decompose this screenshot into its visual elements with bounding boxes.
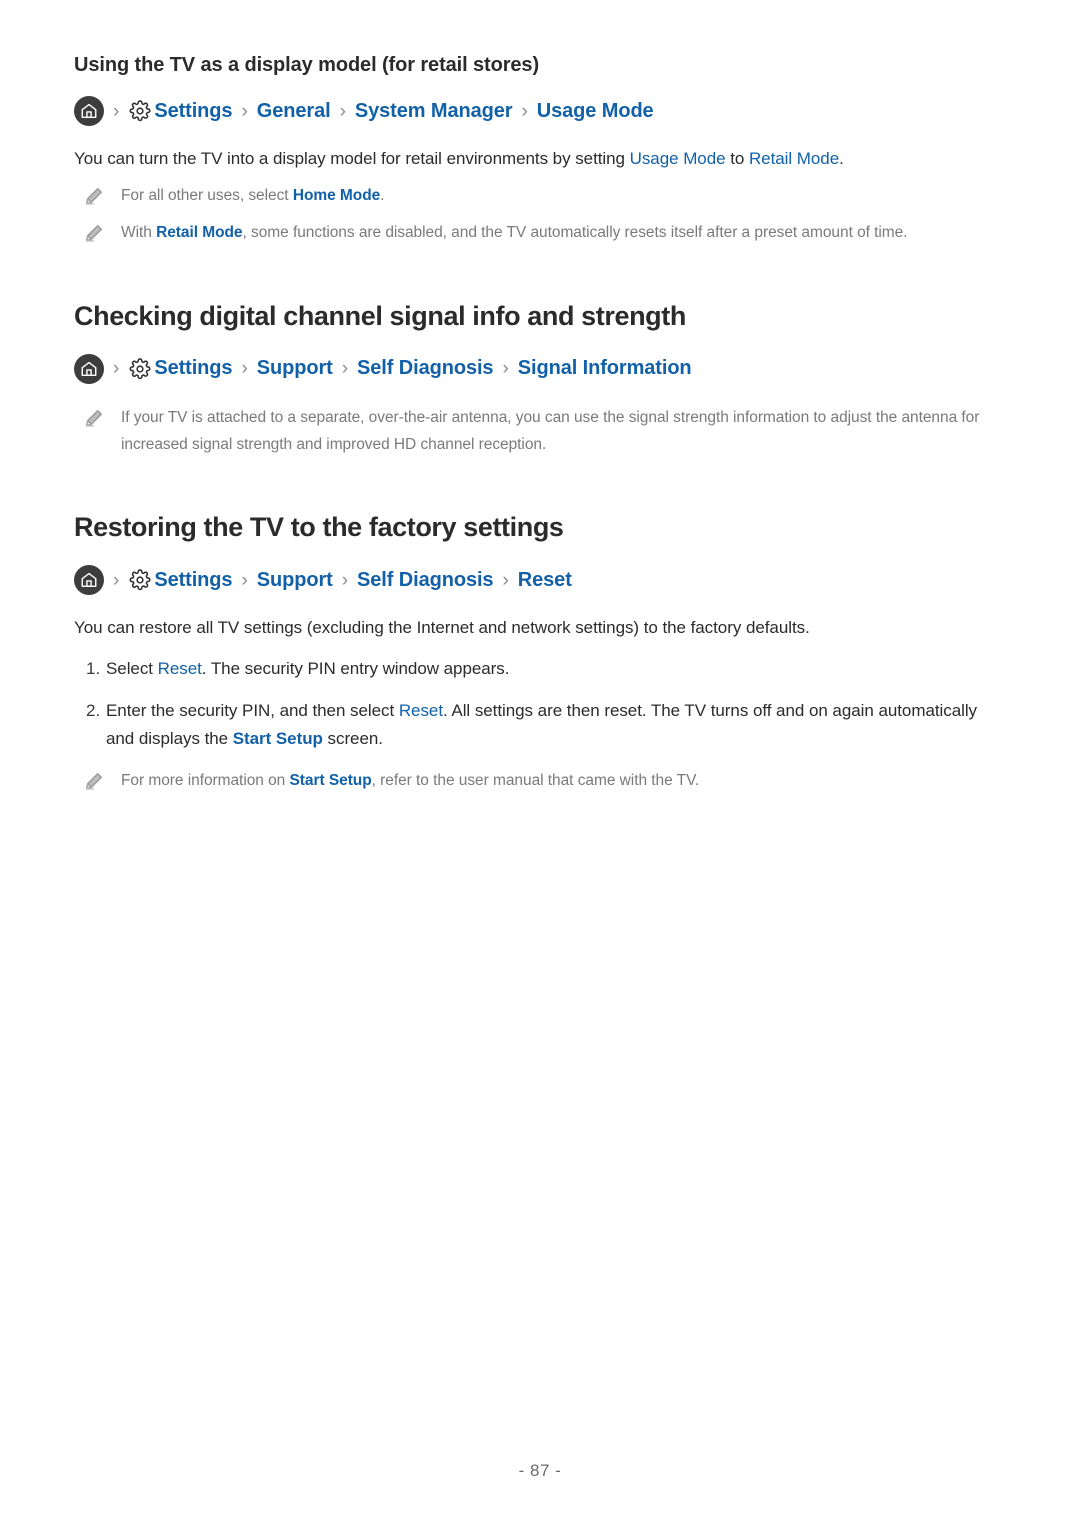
- breadcrumb-separator: ›: [341, 569, 349, 591]
- breadcrumb-item-usage-mode[interactable]: Usage Mode: [537, 100, 654, 123]
- breadcrumb-separator: ›: [241, 358, 248, 380]
- breadcrumb-usage-mode: › Settings › General › System Manager › …: [74, 96, 1018, 126]
- text-fragment: With: [121, 224, 157, 242]
- breadcrumb-separator: ›: [241, 100, 248, 122]
- section-heading-factory-reset: Restoring the TV to the factory settings: [74, 511, 564, 542]
- note-text: For all other uses, select Home Mode.: [121, 182, 385, 209]
- breadcrumb-separator: ›: [113, 569, 120, 591]
- breadcrumb-item-reset[interactable]: Reset: [518, 569, 572, 592]
- breadcrumb-signal-information: › Settings › Support › Self Diagnosis › …: [74, 353, 1018, 384]
- text-fragment: You can turn the TV into a display model…: [74, 149, 630, 168]
- pencil-note-icon: [82, 185, 106, 207]
- link-home-mode[interactable]: Home Mode: [293, 187, 380, 204]
- breadcrumb-separator: ›: [521, 100, 528, 122]
- note-retail-mode: With Retail Mode, some functions are dis…: [82, 219, 1018, 246]
- note-start-setup: For more information on Start Setup, ref…: [82, 767, 1018, 794]
- text-fragment: . The security PIN entry window appears.: [201, 659, 510, 679]
- paragraph-usage-mode: You can turn the TV into a display model…: [74, 146, 1018, 172]
- home-icon: [74, 565, 104, 596]
- step-number: 2.: [86, 700, 101, 720]
- text-fragment: Enter the security PIN, and then select: [106, 700, 399, 720]
- breadcrumb-separator: ›: [341, 358, 349, 380]
- list-item: 1. Select Reset. The security PIN entry …: [72, 655, 1018, 684]
- breadcrumb-reset: › Settings › Support › Self Diagnosis › …: [74, 565, 1018, 596]
- link-reset[interactable]: Reset: [158, 659, 202, 678]
- link-reset[interactable]: Reset: [399, 701, 443, 720]
- breadcrumb-item-settings[interactable]: Settings: [154, 569, 232, 592]
- document-page: Using the TV as a display model (for ret…: [0, 0, 1080, 1527]
- text-fragment: , refer to the user manual that came wit…: [371, 772, 700, 790]
- note-text: With Retail Mode, some functions are dis…: [121, 219, 908, 246]
- link-start-setup[interactable]: Start Setup: [233, 729, 323, 748]
- breadcrumb-separator: ›: [113, 100, 120, 122]
- pencil-note-icon: [82, 222, 106, 244]
- section-heading-signal-info: Checking digital channel signal info and…: [74, 300, 686, 331]
- step-text: Enter the security PIN, and then select …: [106, 697, 986, 754]
- link-retail-mode[interactable]: Retail Mode: [749, 149, 839, 168]
- sub-heading-display-model: Using the TV as a display model (for ret…: [74, 54, 540, 76]
- note-antenna-signal: If your TV is attached to a separate, ov…: [82, 404, 1018, 458]
- breadcrumb-item-general[interactable]: General: [257, 100, 331, 123]
- step-text: Select Reset. The security PIN entry win…: [106, 655, 509, 684]
- gear-icon: [128, 357, 151, 380]
- home-icon: [74, 96, 104, 126]
- text-fragment: screen.: [322, 729, 383, 749]
- breadcrumb-item-self-diagnosis[interactable]: Self Diagnosis: [357, 569, 494, 592]
- breadcrumb-separator: ›: [113, 358, 120, 380]
- text-fragment: For all other uses, select: [121, 187, 293, 205]
- step-number: 1.: [86, 659, 101, 679]
- breadcrumb-item-settings[interactable]: Settings: [154, 357, 232, 380]
- breadcrumb-separator: ›: [502, 569, 509, 591]
- text-fragment: .: [380, 187, 385, 205]
- home-icon: [74, 353, 104, 384]
- note-text: If your TV is attached to a separate, ov…: [121, 408, 980, 453]
- text-fragment: .: [839, 149, 844, 168]
- breadcrumb-separator: ›: [241, 569, 248, 591]
- steps-list: 1. Select Reset. The security PIN entry …: [72, 655, 1018, 754]
- pencil-note-icon: [82, 770, 106, 792]
- gear-icon: [128, 569, 151, 592]
- text-fragment: Select: [106, 659, 158, 679]
- text-fragment: For more information on: [121, 772, 290, 790]
- link-retail-mode[interactable]: Retail Mode: [156, 224, 242, 241]
- breadcrumb-item-support[interactable]: Support: [257, 357, 333, 380]
- breadcrumb-item-self-diagnosis[interactable]: Self Diagnosis: [357, 357, 494, 380]
- link-usage-mode[interactable]: Usage Mode: [630, 149, 726, 168]
- breadcrumb-item-support[interactable]: Support: [257, 569, 333, 592]
- text-fragment: , some functions are disabled, and the T…: [242, 224, 908, 242]
- breadcrumb-item-settings[interactable]: Settings: [154, 100, 232, 123]
- breadcrumb-separator: ›: [502, 358, 509, 380]
- breadcrumb-separator: ›: [339, 100, 346, 122]
- note-text: For more information on Start Setup, ref…: [121, 767, 699, 794]
- list-item: 2. Enter the security PIN, and then sele…: [72, 697, 1018, 754]
- pencil-note-icon: [82, 407, 106, 429]
- gear-icon: [128, 100, 151, 123]
- breadcrumb-item-signal-information[interactable]: Signal Information: [518, 357, 692, 380]
- link-start-setup[interactable]: Start Setup: [290, 772, 372, 789]
- page-number: - 87 -: [518, 1461, 562, 1480]
- note-home-mode: For all other uses, select Home Mode.: [82, 182, 1018, 209]
- paragraph-restore-settings: You can restore all TV settings (excludi…: [74, 618, 810, 638]
- text-fragment: to: [725, 149, 749, 168]
- breadcrumb-item-system-manager[interactable]: System Manager: [355, 100, 513, 123]
